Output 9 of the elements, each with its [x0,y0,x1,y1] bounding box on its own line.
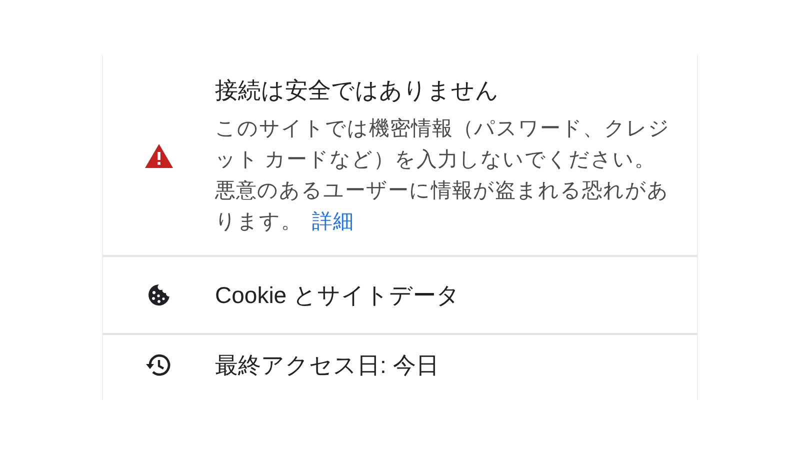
cookies-item[interactable]: Cookie とサイトデータ [215,282,460,308]
warning-message: 悪意のあるユーザーに情報が盗まれる恐れがあります。 詳細 [215,178,670,235]
warning-icon [144,143,174,169]
warning-title: 接続は安全ではありません [215,76,500,105]
cookie-icon [147,283,171,307]
details-link[interactable]: 詳細 [312,210,354,233]
history-icon [145,352,173,378]
warning-message: このサイトでは機密情報（パスワード、クレジット カードなど）を入力しないでください。 [215,116,671,173]
last-visit-label: 最終アクセス日: 今日 [215,352,439,378]
